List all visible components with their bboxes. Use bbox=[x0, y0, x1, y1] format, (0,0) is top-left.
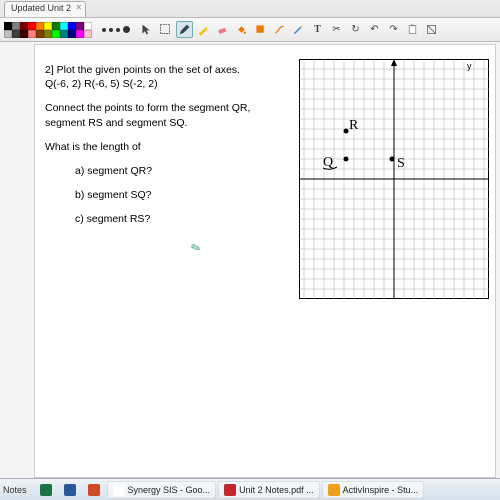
taskbar-item-chrome[interactable]: Synergy SIS - Goo... bbox=[107, 481, 217, 499]
workspace: 2] Plot the given points on the set of a… bbox=[0, 42, 500, 478]
undo-icon[interactable]: ↶ bbox=[366, 21, 383, 38]
point-s-label: S bbox=[397, 156, 405, 171]
tab-title: Updated Unit 2 bbox=[11, 3, 71, 13]
color-swatch[interactable] bbox=[36, 30, 44, 38]
problem-line1: 2] Plot the given points on the set of a… bbox=[45, 64, 240, 76]
problem-line3: Connect the points to form the segment Q… bbox=[45, 101, 265, 129]
text-icon[interactable]: T bbox=[309, 21, 326, 38]
color-swatch[interactable] bbox=[44, 22, 52, 30]
problem-question: What is the length of bbox=[45, 140, 265, 154]
color-swatch[interactable] bbox=[52, 22, 60, 30]
color-swatch[interactable] bbox=[84, 22, 92, 30]
color-swatch[interactable] bbox=[28, 22, 36, 30]
redo-icon[interactable]: ↷ bbox=[385, 21, 402, 38]
color-swatch[interactable] bbox=[84, 30, 92, 38]
color-swatch[interactable] bbox=[52, 30, 60, 38]
color-swatch[interactable] bbox=[76, 22, 84, 30]
taskbar-notes-label[interactable]: Notes bbox=[3, 485, 33, 495]
chrome-icon bbox=[113, 484, 125, 496]
close-icon[interactable]: ✕ bbox=[75, 3, 82, 12]
page[interactable]: 2] Plot the given points on the set of a… bbox=[34, 44, 496, 478]
problem-text: 2] Plot the given points on the set of a… bbox=[45, 63, 265, 236]
color-swatch[interactable] bbox=[4, 22, 12, 30]
taskbar-item-pdf[interactable]: Unit 2 Notes.pdf ... bbox=[218, 481, 320, 499]
taskbar-item-ppt[interactable] bbox=[83, 481, 105, 499]
taskbar: Notes Synergy SIS - Goo... Unit 2 Notes.p… bbox=[0, 478, 500, 500]
taskbar-item-excel[interactable] bbox=[35, 481, 57, 499]
wand-icon[interactable] bbox=[290, 21, 307, 38]
color-swatch[interactable] bbox=[20, 30, 28, 38]
color-swatch[interactable] bbox=[68, 30, 76, 38]
y-axis-label: y bbox=[467, 61, 472, 71]
color-swatch[interactable] bbox=[4, 30, 12, 38]
cycle-icon[interactable]: ↻ bbox=[347, 21, 364, 38]
pointer-icon[interactable] bbox=[138, 21, 155, 38]
tab-bar: Updated Unit 2 ✕ bbox=[0, 0, 500, 18]
toolbar: T ✂ ↻ ↶ ↷ bbox=[136, 18, 442, 41]
color-swatch[interactable] bbox=[60, 22, 68, 30]
eraser-icon[interactable] bbox=[214, 21, 231, 38]
taskbar-item-inspire[interactable]: ActivInspire - Stu... bbox=[322, 481, 425, 499]
word-icon bbox=[64, 484, 76, 496]
color-swatch[interactable] bbox=[28, 30, 36, 38]
brush-size-dots[interactable] bbox=[96, 18, 136, 41]
paste-icon[interactable] bbox=[404, 21, 421, 38]
select-icon[interactable] bbox=[157, 21, 174, 38]
reset-icon[interactable] bbox=[423, 21, 440, 38]
shape-icon[interactable] bbox=[252, 21, 269, 38]
taskbar-item-label: Unit 2 Notes.pdf ... bbox=[239, 485, 314, 495]
taskbar-item-label: Synergy SIS - Goo... bbox=[128, 485, 211, 495]
color-swatch[interactable] bbox=[60, 30, 68, 38]
tool-row: T ✂ ↻ ↶ ↷ bbox=[0, 18, 500, 42]
pen-icon[interactable] bbox=[176, 21, 193, 38]
excel-icon bbox=[40, 484, 52, 496]
color-swatches bbox=[0, 18, 96, 41]
fill-icon[interactable] bbox=[233, 21, 250, 38]
connector-icon[interactable] bbox=[271, 21, 288, 38]
color-swatch[interactable] bbox=[12, 30, 20, 38]
color-swatch[interactable] bbox=[12, 22, 20, 30]
color-swatch[interactable] bbox=[20, 22, 28, 30]
color-swatch[interactable] bbox=[44, 30, 52, 38]
question-c: c) segment RS? bbox=[45, 212, 265, 226]
cut-icon[interactable]: ✂ bbox=[328, 21, 345, 38]
coordinate-grid: y R Q S bbox=[299, 59, 489, 299]
ppt-icon bbox=[88, 484, 100, 496]
question-a: a) segment QR? bbox=[45, 164, 265, 178]
point-r-label: R bbox=[349, 118, 359, 133]
highlighter-icon[interactable] bbox=[195, 21, 212, 38]
problem-line2: Q(-6, 2) R(-6, 5) S(-2, 2) bbox=[45, 78, 158, 90]
question-b: b) segment SQ? bbox=[45, 188, 265, 202]
taskbar-item-word[interactable] bbox=[59, 481, 81, 499]
color-swatch[interactable] bbox=[68, 22, 76, 30]
color-swatch[interactable] bbox=[36, 22, 44, 30]
cursor-pen-icon: ✎ bbox=[189, 240, 203, 257]
taskbar-item-label: ActivInspire - Stu... bbox=[343, 485, 419, 495]
color-swatch[interactable] bbox=[76, 30, 84, 38]
document-tab[interactable]: Updated Unit 2 ✕ bbox=[4, 1, 86, 17]
pdf-icon bbox=[224, 484, 236, 496]
point-q-label: Q bbox=[323, 155, 333, 170]
inspire-icon bbox=[328, 484, 340, 496]
